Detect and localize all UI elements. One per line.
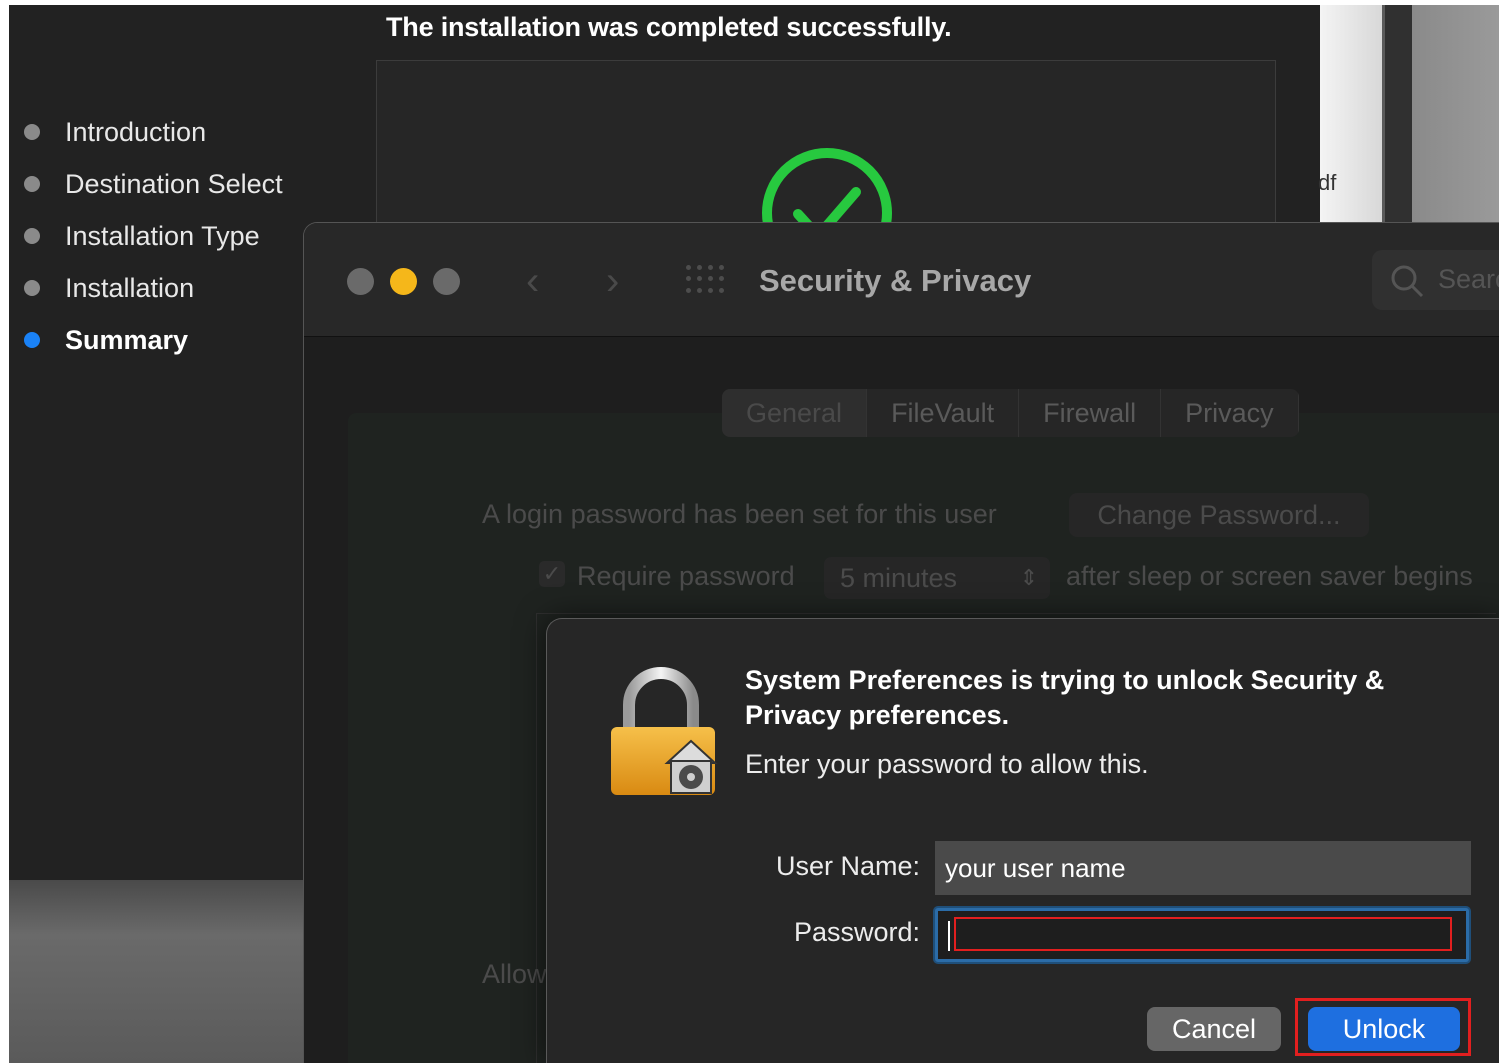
username-field[interactable] — [935, 841, 1471, 895]
minimize-window-button[interactable] — [390, 268, 417, 295]
tab-filevault[interactable]: FileVault — [867, 389, 1020, 437]
dialog-subtext: Enter your password to allow this. — [745, 749, 1149, 779]
allow-text: Allow — [482, 959, 547, 989]
background-window-dark — [1382, 5, 1412, 225]
search-field[interactable]: Searc — [1372, 250, 1499, 310]
step-introduction: Introduction — [24, 106, 283, 158]
dialog-heading: System Preferences is trying to unlock S… — [745, 665, 1385, 730]
step-installation: Installation — [24, 262, 283, 314]
close-window-button[interactable] — [347, 268, 374, 295]
updown-chevron-icon: ⇕ — [1019, 565, 1038, 590]
step-installation-type: Installation Type — [24, 210, 283, 262]
select-value: 5 minutes — [840, 563, 958, 593]
search-placeholder: Searc — [1438, 264, 1499, 294]
password-label: Password: — [793, 917, 920, 947]
step-dot-active — [24, 332, 40, 348]
back-arrow-icon[interactable]: ‹ — [526, 261, 539, 301]
require-password-delay-select[interactable]: 5 minutes ⇕ — [824, 557, 1050, 599]
step-dot — [24, 176, 40, 192]
window-titlebar: ‹ › Security & Privacy Searc — [304, 223, 1499, 337]
window-title: Security & Privacy — [759, 263, 1032, 298]
unlock-highlight-box — [1295, 998, 1471, 1056]
after-sleep-text: after sleep or screen saver begins — [1066, 561, 1473, 591]
step-label: Summary — [65, 324, 189, 355]
zoom-window-button[interactable] — [433, 268, 460, 295]
show-all-grid-icon[interactable] — [686, 265, 726, 295]
step-destination-select: Destination Select — [24, 158, 283, 210]
require-password-label: Require password — [577, 561, 795, 591]
login-password-text: A login password has been set for this u… — [482, 499, 997, 529]
step-dot — [24, 124, 40, 140]
tab-bar: General FileVault Firewall Privacy — [722, 389, 1299, 437]
change-password-button[interactable]: Change Password... — [1069, 493, 1369, 537]
step-summary: Summary — [24, 314, 283, 366]
text-caret — [948, 921, 950, 951]
cancel-button[interactable]: Cancel — [1147, 1007, 1281, 1051]
step-label: Destination Select — [65, 168, 283, 199]
unlock-password-dialog: System Preferences is trying to unlock S… — [546, 618, 1499, 1063]
tab-general[interactable]: General — [722, 389, 868, 437]
background-window-gray — [1412, 5, 1499, 225]
search-icon — [1391, 265, 1424, 298]
tab-privacy[interactable]: Privacy — [1161, 389, 1299, 437]
step-label: Installation — [65, 272, 195, 303]
password-field[interactable] — [935, 908, 1469, 962]
forward-arrow-icon[interactable]: › — [606, 261, 619, 301]
username-label: User Name: — [775, 851, 920, 881]
step-dot — [24, 228, 40, 244]
tab-firewall[interactable]: Firewall — [1019, 389, 1162, 437]
password-highlight-box — [954, 917, 1452, 951]
installer-footer — [9, 880, 309, 1063]
installer-status-message: The installation was completed successfu… — [386, 12, 952, 42]
require-password-checkbox[interactable]: ✓ — [539, 561, 565, 587]
lock-icon — [611, 667, 718, 795]
step-label: Installation Type — [65, 220, 260, 251]
installer-steps-list: Introduction Destination Select Installa… — [24, 106, 283, 366]
background-peek-text: df — [1318, 170, 1337, 195]
step-dot — [24, 280, 40, 296]
step-label: Introduction — [65, 116, 207, 147]
